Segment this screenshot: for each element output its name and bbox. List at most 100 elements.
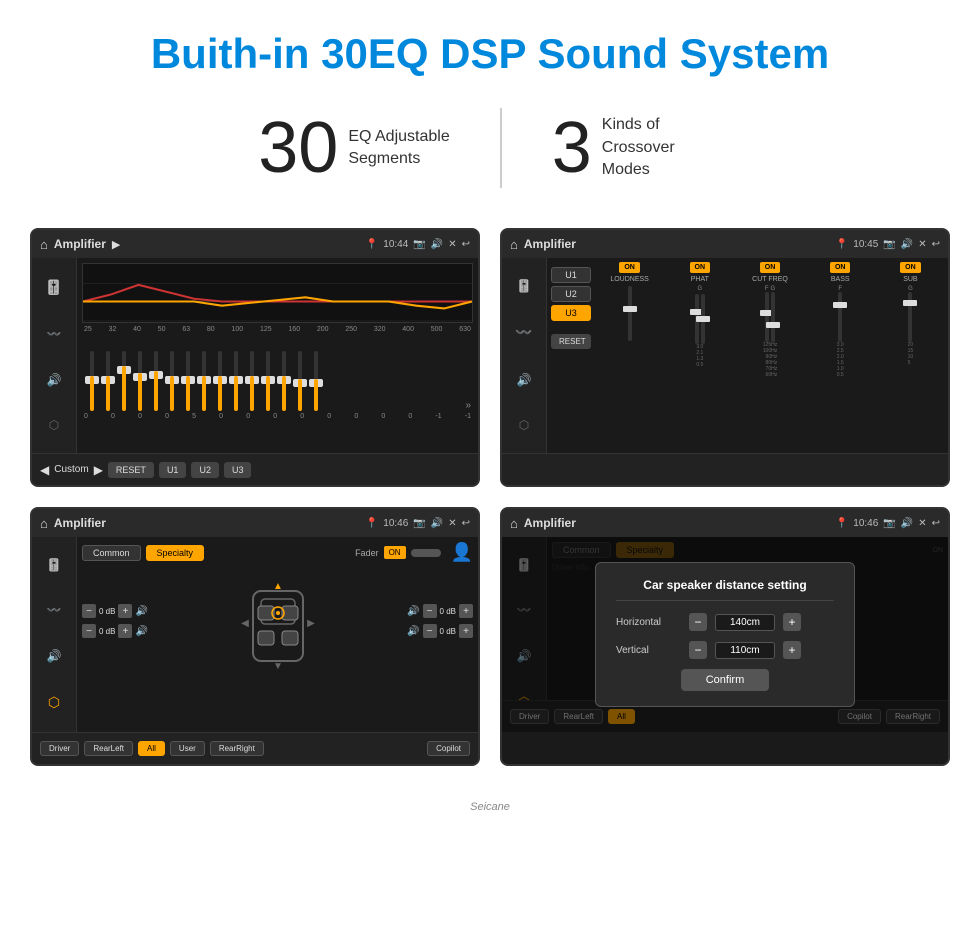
close-icon-2[interactable]: ✕ (918, 239, 926, 250)
speaker-icon-2[interactable]: 🔊 (517, 373, 532, 387)
topbar-icons-3: 📍 10:46 📷 🔊 ✕ ↩ (366, 518, 470, 529)
eq-slider-10[interactable] (244, 351, 260, 411)
camera-icon-2[interactable]: 📷 (883, 239, 895, 250)
eq-slider-1[interactable] (100, 351, 116, 411)
volume-icon-2[interactable]: 🔊 (901, 239, 913, 250)
eq-slider-4[interactable] (148, 351, 164, 411)
home-icon-3[interactable]: ⌂ (40, 516, 48, 531)
sub-slider[interactable] (908, 292, 912, 342)
prev-button[interactable]: ◀ (40, 463, 49, 477)
vol-minus-fr[interactable]: − (423, 604, 437, 618)
cutfreq-slider-1[interactable] (765, 292, 769, 342)
eq-slider-2[interactable] (116, 351, 132, 411)
volume-icon[interactable]: 🔊 (431, 239, 443, 250)
volume-icon-3[interactable]: 🔊 (431, 518, 443, 529)
back-icon-3[interactable]: ↩ (462, 518, 470, 529)
speaker-icon[interactable]: 🔊 (47, 373, 62, 387)
distance-setting-dialog: Car speaker distance setting Horizontal … (595, 562, 855, 707)
u1-button[interactable]: U1 (159, 462, 187, 478)
screen3-topbar: ⌂ Amplifier 📍 10:46 📷 🔊 ✕ ↩ (32, 509, 478, 537)
phat-on-badge[interactable]: ON (690, 262, 711, 273)
vol-plus-rr[interactable]: + (459, 624, 473, 638)
speaker-icon-3[interactable]: 🔊 (47, 649, 62, 663)
vol-minus-fl[interactable]: − (82, 604, 96, 618)
next-button[interactable]: ▶ (94, 463, 103, 477)
stat-crossover-number: 3 (552, 112, 592, 184)
eq-slider-0[interactable] (84, 351, 100, 411)
wave-icon-3[interactable]: 〰️ (47, 603, 62, 617)
common-tab[interactable]: Common (82, 545, 141, 561)
horizontal-plus-btn[interactable]: + (783, 613, 801, 631)
fader-slider[interactable] (411, 549, 441, 557)
bass-on-badge[interactable]: ON (830, 262, 851, 273)
eq-slider-5[interactable] (164, 351, 180, 411)
wave-icon-2[interactable]: 〰️ (515, 324, 532, 341)
sub-on-badge[interactable]: ON (900, 262, 921, 273)
eq-slider-11[interactable] (260, 351, 276, 411)
eq-slider-7[interactable] (196, 351, 212, 411)
eq-icon-3[interactable]: 🎚️ (47, 558, 62, 572)
home-icon[interactable]: ⌂ (40, 237, 48, 252)
back-icon-4[interactable]: ↩ (932, 518, 940, 529)
u1-preset[interactable]: U1 (551, 267, 591, 283)
screen1-eq: ⌂ Amplifier ▶ 📍 10:44 📷 🔊 ✕ ↩ 🎚️ 〰️ 🔊 ⬡ (30, 228, 480, 487)
eq-icon[interactable]: 🎚️ (45, 279, 62, 296)
wave-icon[interactable]: 〰️ (47, 327, 62, 341)
vertical-plus-btn[interactable]: + (783, 641, 801, 659)
eq-slider-12[interactable] (276, 351, 292, 411)
vol-plus-rl[interactable]: + (118, 624, 132, 638)
horizontal-minus-btn[interactable]: − (689, 613, 707, 631)
eq-slider-8[interactable] (212, 351, 228, 411)
close-icon-4[interactable]: ✕ (918, 518, 926, 529)
camera-icon[interactable]: 📷 (413, 239, 425, 250)
user-btn[interactable]: User (170, 741, 205, 756)
loudness-slider[interactable] (628, 286, 632, 341)
rearright-btn[interactable]: RearRight (210, 741, 264, 756)
vol-plus-fl[interactable]: + (118, 604, 132, 618)
eq-slider-3[interactable] (132, 351, 148, 411)
reset-button[interactable]: RESET (108, 462, 154, 478)
u3-preset-active[interactable]: U3 (551, 305, 591, 321)
close-icon[interactable]: ✕ (448, 239, 456, 250)
home-icon-2[interactable]: ⌂ (510, 237, 518, 252)
rearleft-btn[interactable]: RearLeft (84, 741, 133, 756)
eq-slider-14[interactable] (308, 351, 324, 411)
bass-slider[interactable] (838, 292, 842, 342)
driver-btn[interactable]: Driver (40, 741, 79, 756)
bluetooth-icon[interactable]: ⬡ (49, 418, 59, 432)
u3-button[interactable]: U3 (224, 462, 252, 478)
u2-button[interactable]: U2 (191, 462, 219, 478)
copilot-btn[interactable]: Copilot (427, 741, 470, 756)
specialty-tab[interactable]: Specialty (146, 545, 205, 561)
phat-slider-2[interactable] (701, 294, 705, 344)
loudness-on-badge[interactable]: ON (619, 262, 640, 273)
cutfreq-slider-2[interactable] (771, 292, 775, 342)
play-icon[interactable]: ▶ (112, 238, 120, 251)
all-btn[interactable]: All (138, 741, 165, 756)
bluetooth-icon-2[interactable]: ⬡ (519, 418, 529, 432)
back-icon[interactable]: ↩ (462, 239, 470, 250)
vol-minus-rr[interactable]: − (423, 624, 437, 638)
fader-on-badge[interactable]: ON (384, 546, 406, 559)
vol-plus-fr[interactable]: + (459, 604, 473, 618)
back-icon-2[interactable]: ↩ (932, 239, 940, 250)
bluetooth-icon-3[interactable]: ⬡ (48, 694, 60, 711)
vol-minus-rl[interactable]: − (82, 624, 96, 638)
close-icon-3[interactable]: ✕ (448, 518, 456, 529)
home-icon-4[interactable]: ⌂ (510, 516, 518, 531)
u2-preset[interactable]: U2 (551, 286, 591, 302)
cutfreq-on-badge[interactable]: ON (760, 262, 781, 273)
more-arrows-icon[interactable]: » (465, 400, 471, 411)
volume-icon-4[interactable]: 🔊 (901, 518, 913, 529)
eq-slider-13[interactable] (292, 351, 308, 411)
eq-slider-6[interactable] (180, 351, 196, 411)
eq-slider-9[interactable] (228, 351, 244, 411)
confirm-button[interactable]: Confirm (681, 669, 770, 691)
camera-icon-4[interactable]: 📷 (883, 518, 895, 529)
vertical-minus-btn[interactable]: − (689, 641, 707, 659)
reset-btn-2[interactable]: RESET (551, 334, 591, 349)
camera-icon-3[interactable]: 📷 (413, 518, 425, 529)
sub-label: SUB (903, 276, 917, 283)
speaker-icon-rr: 🔊 (407, 626, 419, 637)
eq-icon-2[interactable]: 🎚️ (517, 279, 532, 293)
